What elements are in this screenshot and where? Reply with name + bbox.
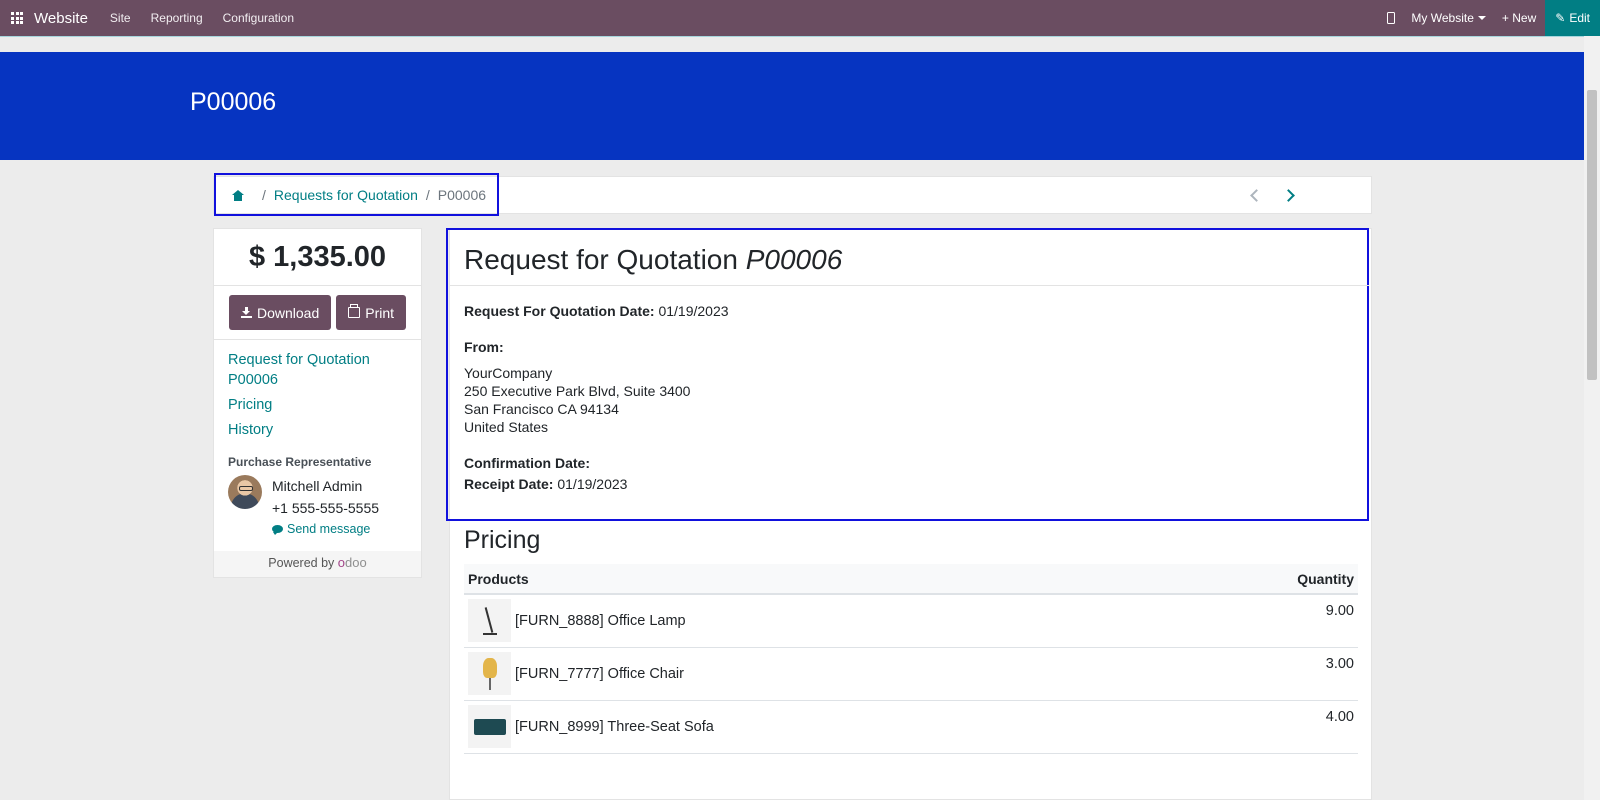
chevron-right-icon[interactable] — [1282, 188, 1295, 202]
sofa-image — [468, 705, 511, 748]
receipt-date-row: Receipt Date: 01/19/2023 — [464, 475, 729, 493]
odoo-logo[interactable]: odoo — [338, 555, 367, 570]
download-label: Download — [256, 304, 320, 321]
action-buttons: Download Print — [214, 286, 421, 340]
menu-reporting[interactable]: Reporting — [151, 11, 203, 25]
title-divider — [449, 285, 1369, 286]
product-name: [FURN_7777] Office Chair — [515, 666, 684, 682]
print-icon — [348, 304, 361, 318]
product-name: [FURN_8999] Three-Seat Sofa — [515, 719, 714, 735]
website-switcher[interactable]: My Website — [1411, 11, 1486, 25]
rfq-date-label: Request For Quotation Date: — [464, 303, 655, 319]
address-line: United States — [464, 419, 549, 435]
rfq-title: Request for Quotation P00006 — [464, 244, 842, 276]
rep-name: Mitchell Admin — [272, 478, 363, 494]
send-message-link[interactable]: Send message — [272, 519, 379, 539]
sidebar-card: $ 1,335.00 Download Print Request for Qu… — [213, 228, 422, 578]
pricing-title: Pricing — [464, 526, 541, 554]
table-row: [FURN_7777] Office Chair 3.00 — [464, 648, 1358, 701]
scrollbar-thumb[interactable] — [1587, 90, 1597, 380]
app-name[interactable]: Website — [34, 10, 88, 27]
new-label: New — [1512, 11, 1537, 25]
address-line: YourCompany — [464, 365, 553, 381]
apps-grid-icon[interactable] — [0, 0, 34, 36]
lamp-image — [468, 599, 511, 642]
address-line: 250 Executive Park Blvd, Suite 3400 — [464, 383, 691, 399]
receipt-date-value: 01/19/2023 — [557, 476, 628, 492]
menu-configuration[interactable]: Configuration — [223, 11, 294, 25]
chevron-left-icon[interactable] — [1250, 188, 1263, 202]
caret-down-icon — [1477, 16, 1486, 20]
edit-button[interactable]: ✎ Edit — [1545, 0, 1600, 36]
top-navbar: Website Site Reporting Configuration My … — [0, 0, 1600, 36]
product-name: [FURN_8888] Office Lamp — [515, 613, 686, 629]
col-products: Products — [468, 570, 529, 587]
rfq-date-value: 01/19/2023 — [658, 303, 729, 319]
breadcrumb-highlight — [214, 173, 499, 216]
company-address: YourCompany 250 Executive Park Blvd, Sui… — [464, 364, 729, 436]
comment-icon — [272, 525, 283, 535]
mobile-preview-icon[interactable] — [1387, 12, 1396, 24]
powered-by-footer: Powered by odoo — [214, 551, 421, 577]
download-icon — [240, 307, 252, 318]
website-switcher-label: My Website — [1411, 11, 1474, 25]
from-label: From: — [464, 339, 504, 355]
pencil-icon: ✎ — [1555, 11, 1566, 25]
print-button[interactable]: Print — [336, 295, 407, 330]
rfq-title-ref: P00006 — [745, 244, 843, 275]
product-quantity: 9.00 — [1325, 603, 1354, 619]
pricing-table: Products Quantity [FURN_8888] Office Lam… — [464, 564, 1358, 754]
sidebar-link-rfq[interactable]: Request for Quotation P00006 — [228, 350, 407, 390]
record-pager — [1250, 177, 1371, 213]
product-quantity: 3.00 — [1325, 656, 1354, 672]
table-header: Products Quantity — [464, 564, 1358, 595]
rfq-details: Request For Quotation Date: 01/19/2023 F… — [464, 302, 729, 493]
confirmation-date-row: Confirmation Date: — [464, 455, 590, 471]
menu-site[interactable]: Site — [110, 11, 131, 25]
chair-image — [468, 652, 511, 695]
table-row: [FURN_8888] Office Lamp 9.00 — [464, 595, 1358, 648]
powered-by-text: Powered by — [268, 556, 335, 570]
rfq-date-row: Request For Quotation Date: 01/19/2023 — [464, 302, 729, 320]
sidebar-link-pricing[interactable]: Pricing — [228, 395, 407, 415]
rep-phone: +1 555-555-5555 — [272, 500, 380, 516]
product-quantity: 4.00 — [1325, 709, 1354, 725]
top-divider — [0, 36, 1584, 37]
sidebar-nav: Request for Quotation P00006 Pricing His… — [214, 340, 421, 440]
vertical-scrollbar[interactable] — [1584, 36, 1600, 800]
col-quantity: Quantity — [1297, 570, 1354, 587]
print-label: Print — [365, 304, 395, 321]
representative-heading: Purchase Representative — [228, 455, 372, 469]
sidebar-link-history[interactable]: History — [228, 420, 407, 440]
total-amount: $ 1,335.00 — [214, 229, 421, 286]
banner-title: P00006 — [190, 88, 277, 116]
page-banner: P00006 — [0, 52, 1584, 160]
new-button[interactable]: + New — [1502, 11, 1536, 25]
receipt-date-label: Receipt Date: — [464, 476, 554, 492]
edit-label: Edit — [1569, 11, 1590, 25]
send-message-label: Send message — [287, 522, 371, 536]
table-row: [FURN_8999] Three-Seat Sofa 4.00 — [464, 701, 1358, 754]
rfq-title-prefix: Request for Quotation — [464, 244, 738, 275]
representative: Mitchell Admin +1 555-555-5555 Send mess… — [214, 475, 421, 539]
address-line: San Francisco CA 94134 — [464, 401, 619, 417]
download-button[interactable]: Download — [228, 295, 332, 330]
avatar — [228, 475, 262, 509]
